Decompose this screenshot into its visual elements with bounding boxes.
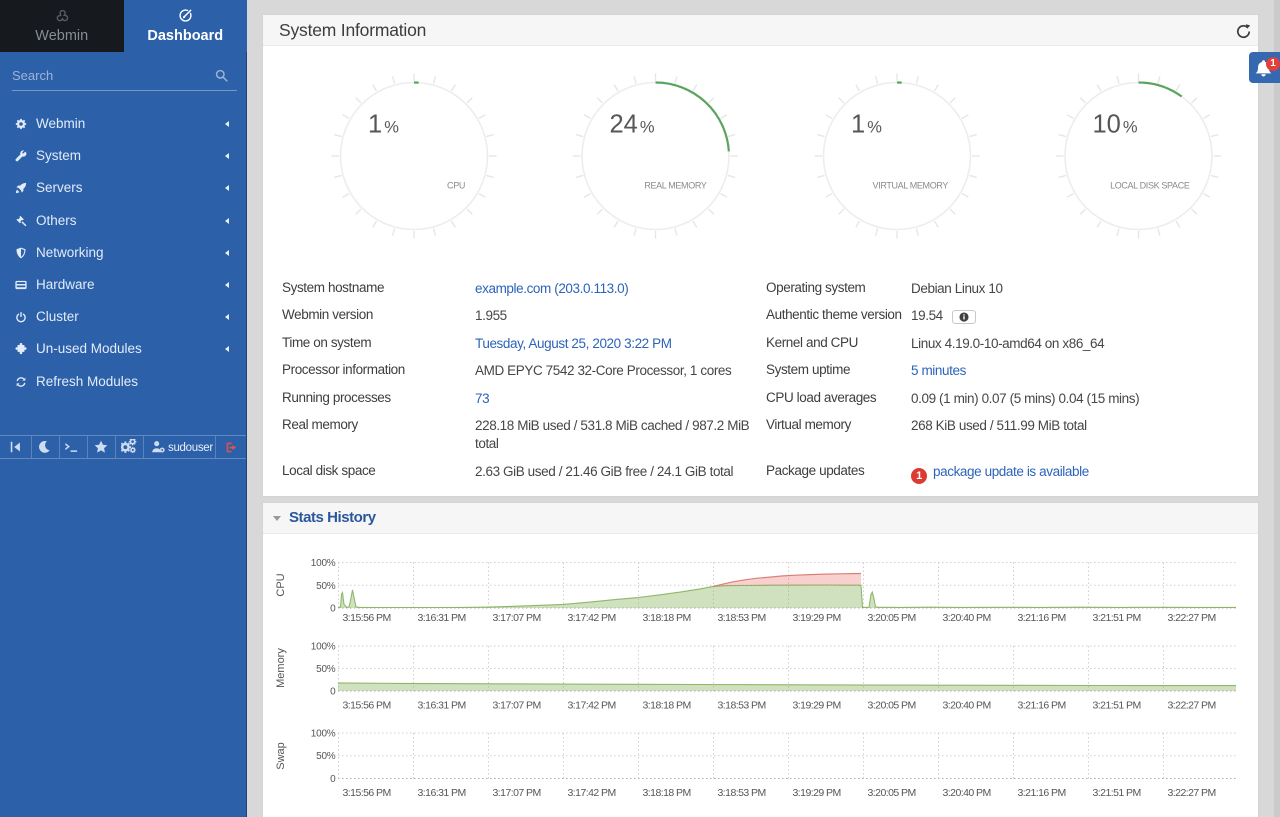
- svg-text:3:20:40 PM: 3:20:40 PM: [943, 612, 991, 624]
- svg-text:3:19:29 PM: 3:19:29 PM: [793, 612, 841, 624]
- svg-text:3:19:29 PM: 3:19:29 PM: [793, 700, 841, 712]
- svg-text:24%: 24%: [610, 111, 655, 139]
- svg-text:3:17:07 PM: 3:17:07 PM: [493, 787, 541, 799]
- svg-text:VIRTUAL MEMORY: VIRTUAL MEMORY: [873, 181, 949, 191]
- svg-text:3:18:18 PM: 3:18:18 PM: [643, 700, 691, 712]
- svg-text:3:17:07 PM: 3:17:07 PM: [493, 612, 541, 624]
- svg-text:3:21:51 PM: 3:21:51 PM: [1093, 700, 1141, 712]
- svg-text:100%: 100%: [311, 729, 336, 740]
- svg-text:3:18:18 PM: 3:18:18 PM: [643, 787, 691, 799]
- svg-text:0: 0: [330, 774, 336, 785]
- svg-text:100%: 100%: [311, 558, 336, 569]
- svg-text:1%: 1%: [368, 111, 399, 139]
- svg-text:CPU: CPU: [275, 573, 287, 596]
- svg-text:3:20:05 PM: 3:20:05 PM: [868, 612, 916, 624]
- svg-text:3:15:56 PM: 3:15:56 PM: [343, 612, 391, 624]
- svg-text:3:17:42 PM: 3:17:42 PM: [568, 700, 616, 712]
- svg-text:3:18:18 PM: 3:18:18 PM: [643, 612, 691, 624]
- svg-text:3:22:27 PM: 3:22:27 PM: [1168, 787, 1216, 799]
- svg-text:3:20:05 PM: 3:20:05 PM: [868, 700, 916, 712]
- svg-text:3:18:53 PM: 3:18:53 PM: [718, 612, 766, 624]
- svg-text:3:21:16 PM: 3:21:16 PM: [1018, 612, 1066, 624]
- svg-text:3:16:31 PM: 3:16:31 PM: [418, 700, 466, 712]
- svg-text:3:17:42 PM: 3:17:42 PM: [568, 787, 616, 799]
- svg-text:3:15:56 PM: 3:15:56 PM: [343, 787, 391, 799]
- svg-text:3:21:51 PM: 3:21:51 PM: [1093, 612, 1141, 624]
- svg-text:100%: 100%: [311, 642, 336, 653]
- svg-text:3:22:27 PM: 3:22:27 PM: [1168, 700, 1216, 712]
- svg-text:3:15:56 PM: 3:15:56 PM: [343, 700, 391, 712]
- svg-text:3:18:53 PM: 3:18:53 PM: [718, 787, 766, 799]
- svg-text:3:20:40 PM: 3:20:40 PM: [943, 700, 991, 712]
- svg-text:Swap: Swap: [275, 742, 287, 770]
- svg-text:0: 0: [330, 687, 336, 698]
- svg-text:3:20:40 PM: 3:20:40 PM: [943, 787, 991, 799]
- svg-text:50%: 50%: [316, 664, 336, 675]
- svg-text:50%: 50%: [316, 751, 336, 762]
- svg-text:0: 0: [330, 604, 336, 615]
- svg-text:3:18:53 PM: 3:18:53 PM: [718, 700, 766, 712]
- svg-text:3:16:31 PM: 3:16:31 PM: [418, 612, 466, 624]
- svg-text:3:22:27 PM: 3:22:27 PM: [1168, 612, 1216, 624]
- svg-text:3:19:29 PM: 3:19:29 PM: [793, 787, 841, 799]
- svg-text:3:17:42 PM: 3:17:42 PM: [568, 612, 616, 624]
- svg-text:3:20:05 PM: 3:20:05 PM: [868, 787, 916, 799]
- svg-text:3:17:07 PM: 3:17:07 PM: [493, 700, 541, 712]
- svg-text:Memory: Memory: [275, 648, 287, 688]
- svg-text:3:21:16 PM: 3:21:16 PM: [1018, 787, 1066, 799]
- svg-text:1%: 1%: [851, 111, 882, 139]
- svg-text:10%: 10%: [1093, 111, 1138, 139]
- svg-text:REAL MEMORY: REAL MEMORY: [644, 181, 707, 191]
- svg-text:CPU: CPU: [447, 181, 465, 191]
- svg-text:LOCAL DISK SPACE: LOCAL DISK SPACE: [1110, 181, 1190, 191]
- svg-text:3:16:31 PM: 3:16:31 PM: [418, 787, 466, 799]
- svg-text:3:21:16 PM: 3:21:16 PM: [1018, 700, 1066, 712]
- svg-text:3:21:51 PM: 3:21:51 PM: [1093, 787, 1141, 799]
- svg-text:50%: 50%: [316, 581, 336, 592]
